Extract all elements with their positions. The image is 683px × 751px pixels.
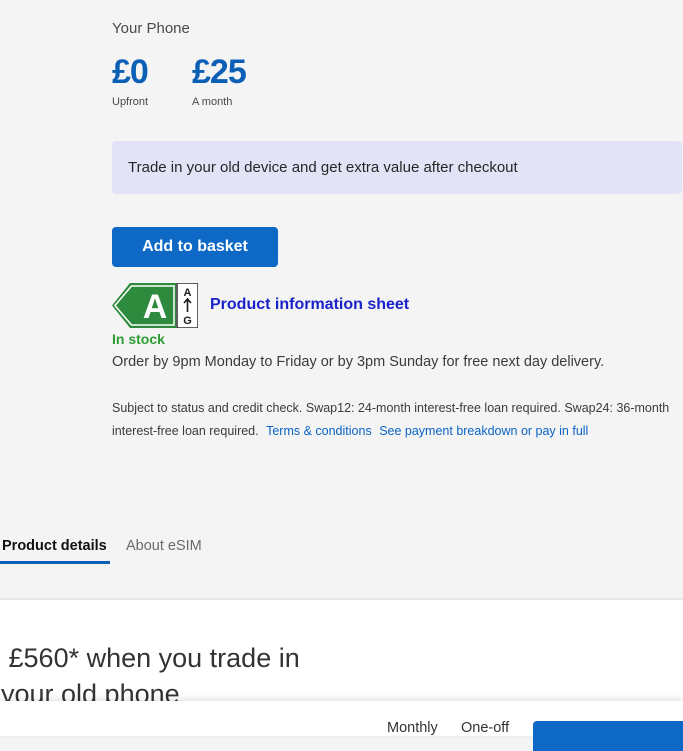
terms-conditions-link[interactable]: Terms & conditions [266, 424, 372, 438]
footer-action-button[interactable] [533, 721, 683, 751]
your-phone-title: Your Phone [112, 20, 190, 37]
upfront-price: £0 [112, 53, 149, 91]
upfront-label: Upfront [112, 96, 149, 108]
trade-in-text: Trade in your old device and get extra v… [128, 159, 518, 176]
monthly-price: £25 [192, 53, 247, 91]
upfront-price-block: £0 Upfront [112, 52, 149, 108]
energy-scale-bottom: G [183, 315, 192, 327]
monthly-price-block: £25 A month [192, 52, 247, 108]
footer-option-monthly[interactable]: Monthly [387, 720, 438, 736]
add-to-basket-button[interactable]: Add to basket [112, 227, 278, 267]
energy-scale-top: A [184, 287, 192, 299]
payment-breakdown-link[interactable]: See payment breakdown or pay in full [379, 424, 588, 438]
monthly-label: A month [192, 96, 233, 108]
promo-line-1: o £560* when you trade in [0, 643, 300, 673]
active-tab-indicator [0, 561, 110, 564]
stock-status: In stock [112, 331, 165, 347]
tab-about-esim[interactable]: About eSIM [126, 538, 202, 554]
trade-in-banner: Trade in your old device and get extra v… [112, 141, 682, 194]
energy-rating-icon[interactable]: A A G [112, 283, 198, 328]
energy-rating-letter: A [143, 288, 168, 326]
delivery-info: Order by 9pm Monday to Friday or by 3pm … [112, 354, 605, 370]
tab-product-details[interactable]: Product details [2, 538, 107, 554]
terms-text-block: Subject to status and credit check. Swap… [112, 397, 672, 443]
product-information-sheet-link[interactable]: Product information sheet [210, 296, 409, 314]
footer-option-one-off[interactable]: One-off [461, 720, 509, 736]
